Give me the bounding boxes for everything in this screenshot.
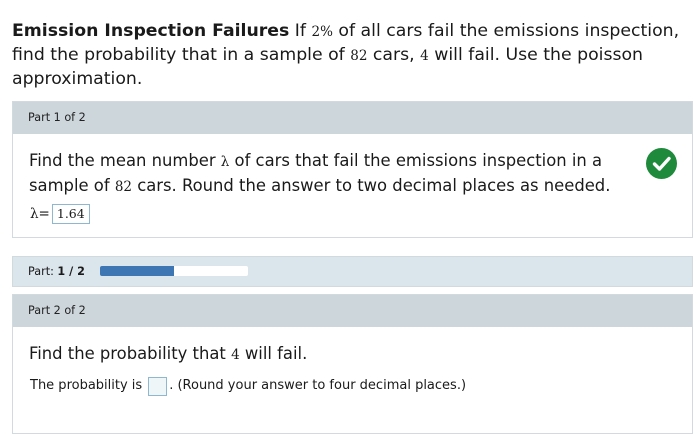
part-1-panel: Part 1 of 2 Find the mean number λ of ca…	[12, 101, 693, 238]
part-1-answer-row: λ= 1.64	[30, 204, 90, 224]
part-2-fail-count: 4	[231, 347, 240, 363]
problem-sample-size: 82	[350, 48, 368, 64]
part-1-question-text-3: cars. Round the answer to two decimal pl…	[132, 176, 611, 195]
probability-instructions: . (Round your answer to four decimal pla…	[169, 378, 467, 393]
part-1-question-text-1: Find the mean number	[29, 151, 221, 170]
problem-percent: 2%	[311, 24, 333, 40]
progress-label: Part: 1 / 2	[28, 257, 85, 286]
part-2-question-text-2: will fail.	[239, 344, 308, 363]
problem-statement: Emission Inspection Failures If 2% of al…	[12, 20, 688, 91]
problem-title: Emission Inspection Failures	[12, 21, 290, 41]
part-2-question: Find the probability that 4 will fail.	[29, 342, 639, 367]
part-1-header: Part 1 of 2	[13, 102, 692, 134]
part-2-question-text-1: Find the probability that	[29, 344, 232, 363]
problem-fail-count: 4	[420, 48, 429, 64]
lambda-answer-input[interactable]: 1.64	[51, 204, 90, 224]
problem-text-1: If	[294, 21, 312, 41]
progress-track	[100, 266, 248, 276]
probability-label: The probability is	[30, 378, 143, 393]
part-2-header: Part 2 of 2	[13, 295, 692, 327]
progress-label-text: Part:	[28, 265, 54, 278]
problem-text-3: cars,	[367, 45, 421, 65]
problem-page: Emission Inspection Failures If 2% of al…	[0, 0, 700, 447]
check-icon	[646, 148, 677, 179]
check-mark-svg	[652, 156, 671, 171]
progress-value: 1 / 2	[57, 265, 85, 278]
lambda-answer-label: λ=	[30, 206, 50, 222]
progress-fill	[100, 266, 174, 276]
part-1-sample-size: 82	[114, 179, 132, 195]
probability-input[interactable]	[148, 376, 168, 396]
part-progress: Part: 1 / 2	[12, 256, 693, 287]
part-1-question: Find the mean number λ of cars that fail…	[29, 149, 639, 199]
part-2-panel: Part 2 of 2 Find the probability that 4 …	[12, 294, 693, 434]
part-2-answer-row: The probability is . (Round your answer …	[30, 376, 466, 396]
